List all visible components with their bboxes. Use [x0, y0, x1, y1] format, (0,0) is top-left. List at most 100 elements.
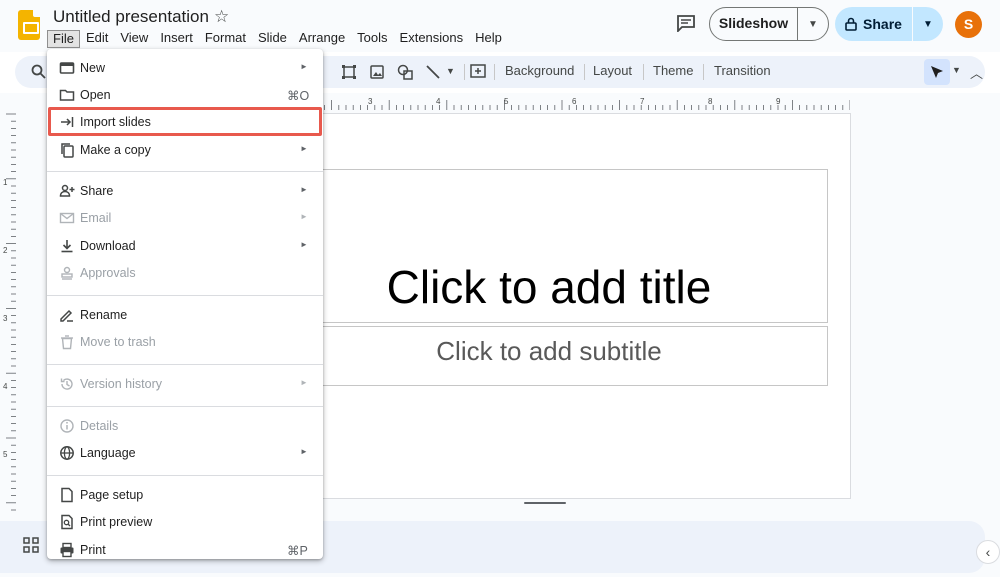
menu-item-label: Print preview	[80, 515, 153, 529]
ruler-label: 8	[708, 97, 713, 106]
toolbar-divider	[584, 64, 585, 80]
line-options-chevron-down-icon[interactable]: ▼	[446, 66, 455, 76]
submenu-arrow-icon: ►	[300, 212, 308, 221]
select-tool-button[interactable]	[924, 59, 950, 85]
menu-item-label: Rename	[80, 308, 128, 322]
menu-slide[interactable]: Slide	[252, 30, 293, 48]
slideshow-button[interactable]: Slideshow	[710, 7, 798, 41]
chevron-up-icon[interactable]: ︿	[970, 63, 983, 82]
info-icon	[60, 419, 74, 433]
speaker-notes-drag-handle[interactable]	[524, 502, 566, 504]
ruler-label: 5	[3, 450, 8, 459]
shortcut-label: ⌘P	[287, 544, 308, 558]
submenu-arrow-icon: ►	[300, 62, 308, 71]
menu-view[interactable]: View	[114, 30, 154, 48]
theme-button[interactable]: Theme	[653, 63, 693, 78]
submenu-arrow-icon: ►	[300, 447, 308, 456]
history-icon	[60, 378, 73, 390]
email-icon	[59, 212, 75, 224]
image-icon[interactable]	[368, 63, 386, 81]
menu-item-label: New	[80, 61, 106, 75]
avatar[interactable]: S	[955, 11, 982, 38]
submenu-arrow-icon: ►	[300, 144, 308, 153]
menu-item-share[interactable]: Share ►	[47, 178, 323, 205]
menu-item-label: Move to trash	[80, 335, 156, 349]
menu-item-label: Approvals	[80, 266, 136, 280]
trash-icon	[61, 335, 73, 350]
menu-format[interactable]: Format	[199, 30, 252, 48]
ruler-label: 3	[368, 97, 373, 106]
shape-icon[interactable]	[396, 63, 414, 81]
menu-item-make-a-copy[interactable]: Make a copy ►	[47, 137, 323, 164]
select-tool-chevron-down-icon[interactable]: ▼	[952, 65, 961, 75]
comment-add-icon[interactable]	[469, 63, 487, 81]
menu-item-label: Download	[80, 239, 136, 253]
ruler-label: 9	[776, 97, 781, 106]
page-setup-icon	[61, 487, 73, 503]
slideshow-group: Slideshow ▼	[709, 7, 829, 41]
highlight-annotation-box	[48, 107, 322, 136]
menu-divider	[47, 406, 323, 407]
ruler-label: 4	[3, 382, 8, 391]
ruler-label: 3	[3, 314, 8, 323]
share-options-chevron-down-icon[interactable]: ▼	[913, 19, 943, 30]
menu-item-label: Email	[80, 211, 112, 225]
menu-file[interactable]: File	[47, 30, 80, 48]
menu-item-download[interactable]: Download ►	[47, 233, 323, 260]
print-icon	[60, 542, 74, 558]
menu-arrange[interactable]: Arrange	[293, 30, 351, 48]
submenu-arrow-icon: ►	[300, 378, 308, 387]
menu-item-new[interactable]: New ►	[47, 55, 323, 82]
menu-item-label: Details	[80, 419, 119, 433]
search-icon[interactable]	[31, 64, 46, 79]
menu-help[interactable]: Help	[469, 30, 508, 48]
subtitle-placeholder-text: Click to add subtitle	[436, 336, 662, 366]
menu-divider	[47, 475, 323, 476]
comment-icon[interactable]	[676, 14, 696, 32]
background-button[interactable]: Background	[505, 63, 574, 78]
menu-item-print[interactable]: Print ⌘P	[47, 537, 323, 564]
title-placeholder-text: Click to add title	[386, 261, 712, 313]
submenu-arrow-icon: ►	[300, 185, 308, 194]
line-icon[interactable]	[424, 63, 442, 81]
menu-item-language[interactable]: Language ►	[47, 440, 323, 467]
slides-logo-icon[interactable]	[18, 10, 40, 40]
menu-edit[interactable]: Edit	[80, 30, 114, 48]
title-bar: Untitled presentation ☆ File Edit View I…	[0, 0, 1000, 52]
horizontal-ruler[interactable]: 3 4 5 6 7 8 9	[272, 96, 850, 110]
menu-tools[interactable]: Tools	[351, 30, 393, 48]
menu-item-version-history: Version history ►	[47, 371, 323, 398]
approvals-icon	[61, 266, 73, 280]
share-button[interactable]: Share	[835, 7, 913, 41]
chevron-left-icon[interactable]: ‹	[976, 540, 1000, 564]
menu-item-page-setup[interactable]: Page setup	[47, 482, 323, 509]
ruler-label: 1	[3, 178, 8, 187]
star-icon[interactable]: ☆	[214, 7, 229, 27]
menu-insert[interactable]: Insert	[154, 30, 199, 48]
menu-item-email: Email ►	[47, 205, 323, 232]
print-preview-icon	[61, 514, 73, 530]
menu-item-label: Version history	[80, 377, 162, 391]
slideshow-options-chevron-down-icon[interactable]: ▼	[798, 19, 828, 30]
select-frame-icon[interactable]	[340, 63, 358, 81]
menu-item-open[interactable]: Open ⌘O	[47, 82, 323, 109]
person-add-icon	[59, 184, 75, 197]
grid-view-icon[interactable]	[22, 536, 40, 554]
document-title[interactable]: Untitled presentation	[53, 7, 209, 27]
new-slides-icon	[59, 62, 75, 74]
vertical-ruler[interactable]: 1 2 3 4 5	[0, 112, 16, 512]
folder-icon	[59, 89, 75, 101]
menu-extensions[interactable]: Extensions	[394, 30, 470, 48]
copy-icon	[61, 143, 74, 158]
lock-icon	[845, 17, 857, 31]
ruler-label: 6	[572, 97, 577, 106]
ruler-label: 7	[640, 97, 645, 106]
layout-button[interactable]: Layout	[593, 63, 632, 78]
transition-button[interactable]: Transition	[714, 63, 771, 78]
ruler-label: 2	[3, 246, 8, 255]
menu-item-details: Details	[47, 413, 323, 440]
title-placeholder[interactable]: Click to add title	[270, 169, 828, 323]
menu-item-rename[interactable]: Rename	[47, 302, 323, 329]
menu-item-print-preview[interactable]: Print preview	[47, 509, 323, 536]
subtitle-placeholder[interactable]: Click to add subtitle	[270, 326, 828, 386]
